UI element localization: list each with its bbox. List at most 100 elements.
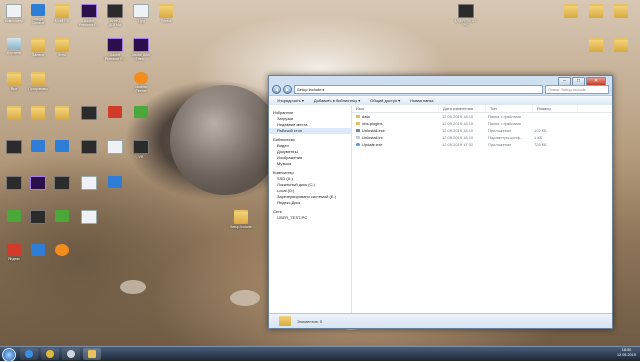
taskbar-ie[interactable] xyxy=(20,348,38,360)
nav-item[interactable]: Музыка xyxy=(269,161,351,167)
column-type[interactable]: Тип xyxy=(486,105,533,112)
desktop-icon-app[interactable] xyxy=(78,106,100,121)
chrome-icon xyxy=(46,350,54,358)
desktop-icon-app[interactable] xyxy=(27,210,49,225)
search-input[interactable]: Поиск: Setup Include xyxy=(545,84,609,94)
desktop-icon-app[interactable] xyxy=(78,210,100,225)
desktop-icon-folder[interactable]: Папка xyxy=(155,4,177,23)
desktop-icon-app[interactable] xyxy=(51,140,73,153)
desktop-icon-folder[interactable]: Mobil PC xyxy=(51,4,73,23)
desktop-icon-chrome[interactable]: Google Chrome xyxy=(27,4,49,25)
computer-icon xyxy=(6,4,22,18)
desktop-icon-folder[interactable] xyxy=(610,4,632,19)
share-button[interactable]: Общий доступ ▾ xyxy=(370,98,400,103)
app-icon xyxy=(81,106,97,120)
nav-item[interactable]: Яндекс.Диск xyxy=(269,200,351,206)
file-date: 12.05.2019 18:10 xyxy=(442,135,474,140)
desktop-icon-folder[interactable] xyxy=(560,4,582,19)
taskbar: 18:30 12.05.2019 xyxy=(0,346,640,362)
desktop-icon-folder[interactable] xyxy=(610,38,632,53)
organize-button[interactable]: Упорядочить ▾ xyxy=(277,98,304,103)
desktop-icon-app[interactable] xyxy=(51,176,73,191)
back-button[interactable]: ◀ xyxy=(272,84,281,94)
window-content: Избранное Загрузки Недавние места Рабочий с… xyxy=(269,105,612,314)
desktop-icon-firefox[interactable]: Mozilla Firefox xyxy=(130,72,152,93)
desktop-icon-app[interactable] xyxy=(78,140,100,155)
taskbar-chrome[interactable] xyxy=(41,348,59,360)
app-icon xyxy=(54,176,70,190)
desktop-icon-folder[interactable]: Записи xyxy=(27,38,49,57)
file-row[interactable]: data 12.05.2019 18:10 Папка с файлами xyxy=(352,114,612,120)
desktop-icon-folder[interactable] xyxy=(3,106,25,121)
new-folder-button[interactable]: Новая папка xyxy=(410,98,433,103)
folder-icon xyxy=(55,38,69,52)
file-date: 12.05.2019 18:10 xyxy=(442,121,474,126)
forward-button[interactable]: ▶ xyxy=(283,84,292,94)
desktop-icon-image[interactable]: 1.jpg xyxy=(130,4,152,23)
file-row[interactable]: Update.exe 12.05.2019 17:31 Приложение 725 … xyxy=(352,142,612,148)
column-size[interactable]: Размер xyxy=(533,105,578,112)
desktop-icon-folder[interactable]: Ярл xyxy=(3,72,25,91)
file-name: Update.exe xyxy=(352,142,438,148)
desktop-icon-app[interactable] xyxy=(27,140,49,153)
clock-date: 12.05.2019 xyxy=(616,353,636,357)
file-size xyxy=(530,114,574,120)
file-row[interactable]: obs-plugins 12.05.2019 18:10 Папка с файла… xyxy=(352,121,612,127)
system-clock[interactable]: 18:30 12.05.2019 xyxy=(617,348,636,358)
image-file-icon xyxy=(133,4,149,18)
file-name: Uninstall.ini xyxy=(352,135,438,141)
vr-icon xyxy=(133,140,149,154)
file-row[interactable]: Uninstall.ini 12.05.2019 18:10 Параметры к… xyxy=(352,135,612,141)
desktop-icon-app[interactable] xyxy=(3,210,25,223)
desktop-icon-vr[interactable]: VR xyxy=(130,140,152,159)
desktop-icon-app[interactable] xyxy=(27,244,49,257)
desktop-icon-app[interactable] xyxy=(104,140,126,155)
desktop-icon-premiere[interactable]: Adobe Premiere P... xyxy=(104,38,126,61)
desktop-icon-app[interactable] xyxy=(51,210,73,223)
desktop-icon-folder[interactable] xyxy=(51,106,73,121)
premiere-icon xyxy=(81,4,97,18)
file-name-text: Uninstall.ini xyxy=(362,135,383,140)
explorer-window[interactable]: – □ ✕ ◀ ▶ Setup Include ▸ Поиск: Setup I… xyxy=(268,75,613,329)
desktop-icon-app[interactable] xyxy=(104,106,126,119)
desktop-icon-folder[interactable]: Программы xyxy=(27,72,49,91)
desktop-icon-app[interactable] xyxy=(130,106,152,119)
after-effects-icon xyxy=(133,38,149,52)
taskbar-explorer[interactable] xyxy=(62,348,80,360)
folder-icon xyxy=(234,210,248,224)
desktop-icon-app[interactable] xyxy=(27,176,49,191)
column-date[interactable]: Дата изменения xyxy=(439,105,486,112)
column-name[interactable]: Имя xyxy=(352,105,439,112)
folder-icon xyxy=(7,106,21,120)
desktop-icon-app[interactable] xyxy=(51,244,73,257)
app-icon xyxy=(107,140,123,154)
file-size: 1 КБ xyxy=(534,135,543,140)
desktop-icon-setup-include[interactable]: Setup Include xyxy=(230,210,252,229)
desktop-icon-after-effects[interactable]: Adobe After Effec... xyxy=(130,38,152,61)
add-to-library-button[interactable]: Добавить в библиотеку ▾ xyxy=(314,98,360,103)
desktop-icon-folder[interactable]: Фото xyxy=(51,38,73,57)
desktop-icon-computer[interactable]: Компьютер xyxy=(3,4,25,23)
file-icon xyxy=(356,143,360,147)
folder-icon xyxy=(88,350,96,358)
desktop-icon-app[interactable] xyxy=(3,140,25,155)
desktop-icon-yandex[interactable]: Яндекс xyxy=(3,244,25,261)
desktop-icon-user[interactable]: USER_TEST-PC xyxy=(455,4,477,27)
desktop-icon-folder[interactable] xyxy=(585,38,607,53)
folder-icon xyxy=(31,106,45,120)
desktop-icon-folder[interactable] xyxy=(585,4,607,19)
desktop-icon-app[interactable] xyxy=(104,176,126,189)
desktop-icon-app[interactable] xyxy=(3,176,25,191)
file-row[interactable]: Uninstall.exe 12.05.2019 18:10 Приложение 1… xyxy=(352,128,612,134)
taskbar-explorer-active[interactable] xyxy=(83,348,101,360)
desktop-icon-app[interactable] xyxy=(78,176,100,191)
desktop-icon-recycle-bin[interactable]: Корзина xyxy=(3,38,25,55)
desktop-icon-app[interactable]: КИНО ДОГМА xyxy=(104,4,126,27)
app-icon xyxy=(458,4,474,18)
desktop-icon-folder[interactable] xyxy=(27,106,49,121)
nav-item[interactable]: USER_TEST-PC xyxy=(269,215,351,221)
desktop-icon-premiere[interactable]: Adobe Premiere P... xyxy=(78,4,100,27)
address-bar[interactable]: Setup Include ▸ xyxy=(294,84,543,94)
nav-item[interactable]: Рабочий стол xyxy=(269,128,351,134)
file-name: data xyxy=(352,114,438,120)
